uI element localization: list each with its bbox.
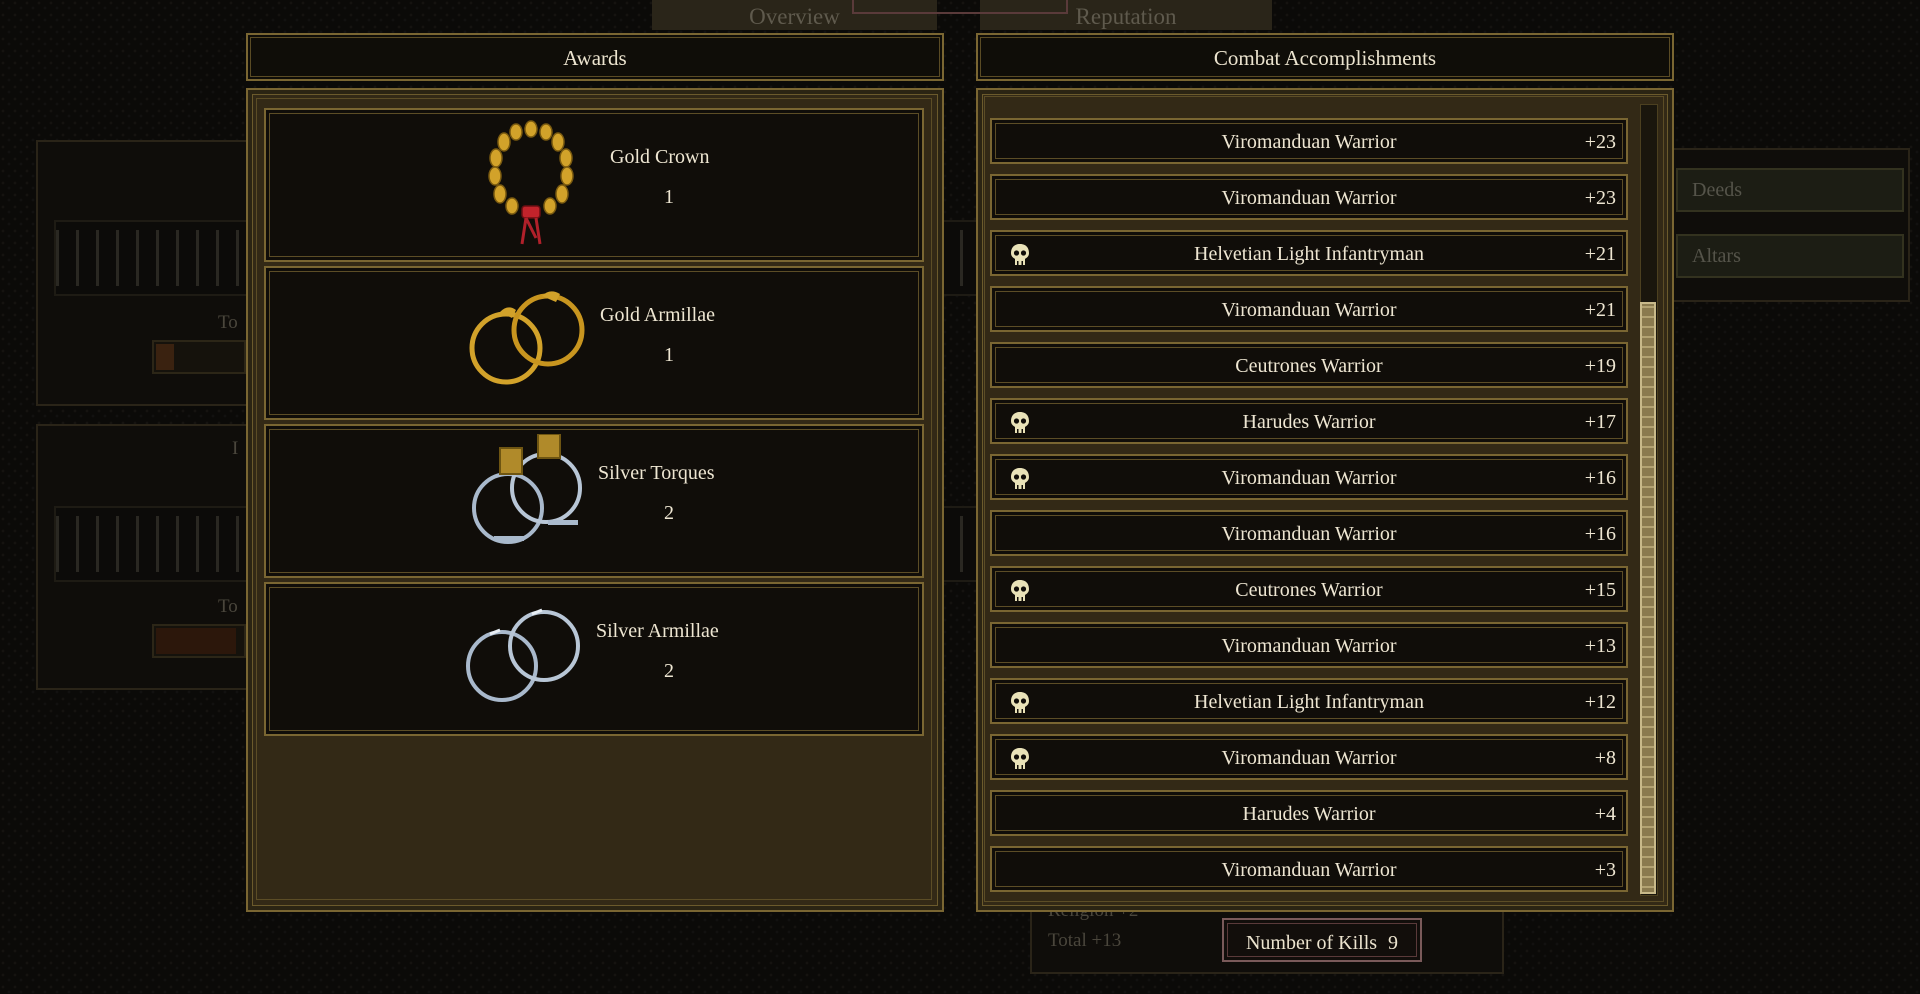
summary-total: Total +13 bbox=[1048, 930, 1122, 951]
enemy-name: Viromanduan Warrior bbox=[1221, 747, 1397, 769]
award-silver-armillae[interactable]: Silver Armillae 2 bbox=[264, 582, 924, 736]
altars-button[interactable]: Altars bbox=[1676, 234, 1904, 278]
enemy-name: Harudes Warrior bbox=[1242, 803, 1376, 825]
top-center-frame bbox=[852, 0, 1068, 14]
enemy-name: Viromanduan Warrior bbox=[1221, 131, 1397, 153]
combat-row[interactable]: Ceutrones Warrior +19 bbox=[990, 342, 1628, 388]
bg-dagger-row-upper bbox=[54, 220, 248, 296]
combat-row[interactable]: Viromanduan Warrior +8 bbox=[990, 734, 1628, 780]
combat-row[interactable]: Helvetian Light Infantryman +21 bbox=[990, 230, 1628, 276]
reputation-value: +15 bbox=[1584, 579, 1616, 601]
reputation-value: +3 bbox=[1594, 859, 1616, 881]
enemy-name: Viromanduan Warrior bbox=[1221, 187, 1397, 209]
reputation-value: +23 bbox=[1584, 187, 1616, 209]
reputation-value: +21 bbox=[1584, 299, 1616, 321]
award-count: 1 bbox=[664, 344, 674, 366]
bg-label-upper: To bbox=[218, 312, 238, 333]
enemy-name: Viromanduan Warrior bbox=[1221, 299, 1397, 321]
combat-list[interactable]: Viromanduan Warrior +23 Viromanduan Warrio… bbox=[990, 100, 1630, 895]
awards-header: Awards bbox=[246, 33, 944, 81]
bg-progress-lower bbox=[152, 624, 246, 658]
combat-row[interactable]: Viromanduan Warrior +3 bbox=[990, 846, 1628, 892]
bg-progress-upper bbox=[152, 340, 246, 374]
award-gold-armillae[interactable]: Gold Armillae 1 bbox=[264, 266, 924, 420]
reputation-value: +13 bbox=[1584, 635, 1616, 657]
enemy-name: Harudes Warrior bbox=[1242, 411, 1376, 433]
scrollbar-thumb[interactable] bbox=[1640, 302, 1656, 894]
combat-row[interactable]: Viromanduan Warrior +23 bbox=[990, 118, 1628, 164]
enemy-name: Viromanduan Warrior bbox=[1221, 635, 1397, 657]
combat-row[interactable]: Viromanduan Warrior +13 bbox=[990, 622, 1628, 668]
combat-header: Combat Accomplishments bbox=[976, 33, 1674, 81]
award-count: 2 bbox=[664, 502, 674, 524]
enemy-name: Helvetian Light Infantryman bbox=[1194, 691, 1424, 713]
combat-row[interactable]: Viromanduan Warrior +16 bbox=[990, 454, 1628, 500]
enemy-name: Helvetian Light Infantryman bbox=[1194, 243, 1424, 265]
reputation-value: +17 bbox=[1584, 411, 1616, 433]
kills-value: 9 bbox=[1388, 932, 1399, 954]
deeds-button[interactable]: Deeds bbox=[1676, 168, 1904, 212]
combat-row[interactable]: Harudes Warrior +17 bbox=[990, 398, 1628, 444]
reputation-value: +16 bbox=[1584, 467, 1616, 489]
award-count: 1 bbox=[664, 186, 674, 208]
gold-armillae-icon bbox=[469, 291, 585, 385]
combat-row[interactable]: Harudes Warrior +4 bbox=[990, 790, 1628, 836]
reputation-value: +19 bbox=[1584, 355, 1616, 377]
award-name: Silver Armillae bbox=[596, 620, 719, 642]
silver-torques-icon bbox=[472, 434, 582, 544]
enemy-name: Viromanduan Warrior bbox=[1221, 523, 1397, 545]
award-count: 2 bbox=[664, 660, 674, 682]
reputation-value: +23 bbox=[1584, 131, 1616, 153]
combat-row[interactable]: Helvetian Light Infantryman +12 bbox=[990, 678, 1628, 724]
bg-dagger-row-lower bbox=[54, 506, 248, 582]
award-silver-torques[interactable]: Silver Torques 2 bbox=[264, 424, 924, 578]
gold-crown-icon bbox=[488, 120, 574, 245]
award-gold-crown[interactable]: Gold Crown 1 bbox=[264, 108, 924, 262]
enemy-name: Ceutrones Warrior bbox=[1235, 579, 1383, 601]
award-name: Gold Crown bbox=[610, 146, 710, 168]
reputation-value: +8 bbox=[1594, 747, 1616, 769]
bg-label-lower: To bbox=[218, 596, 238, 617]
reputation-value: +12 bbox=[1584, 691, 1616, 713]
bg-label-mid: I bbox=[232, 438, 239, 459]
award-name: Gold Armillae bbox=[600, 304, 715, 326]
combat-row[interactable]: Viromanduan Warrior +23 bbox=[990, 174, 1628, 220]
combat-row[interactable]: Viromanduan Warrior +16 bbox=[990, 510, 1628, 556]
combat-row[interactable]: Viromanduan Warrior +21 bbox=[990, 286, 1628, 332]
award-name: Silver Torques bbox=[598, 462, 715, 484]
reputation-value: +4 bbox=[1594, 803, 1616, 825]
reputation-value: +16 bbox=[1584, 523, 1616, 545]
enemy-name: Viromanduan Warrior bbox=[1221, 467, 1397, 489]
kills-label: Number of Kills bbox=[1245, 932, 1378, 954]
enemy-name: Viromanduan Warrior bbox=[1221, 859, 1397, 881]
enemy-name: Ceutrones Warrior bbox=[1235, 355, 1383, 377]
number-of-kills: Number of Kills 9 bbox=[1222, 918, 1422, 962]
combat-row[interactable]: Ceutrones Warrior +15 bbox=[990, 566, 1628, 612]
silver-armillae-icon bbox=[466, 608, 580, 702]
reputation-value: +21 bbox=[1584, 243, 1616, 265]
